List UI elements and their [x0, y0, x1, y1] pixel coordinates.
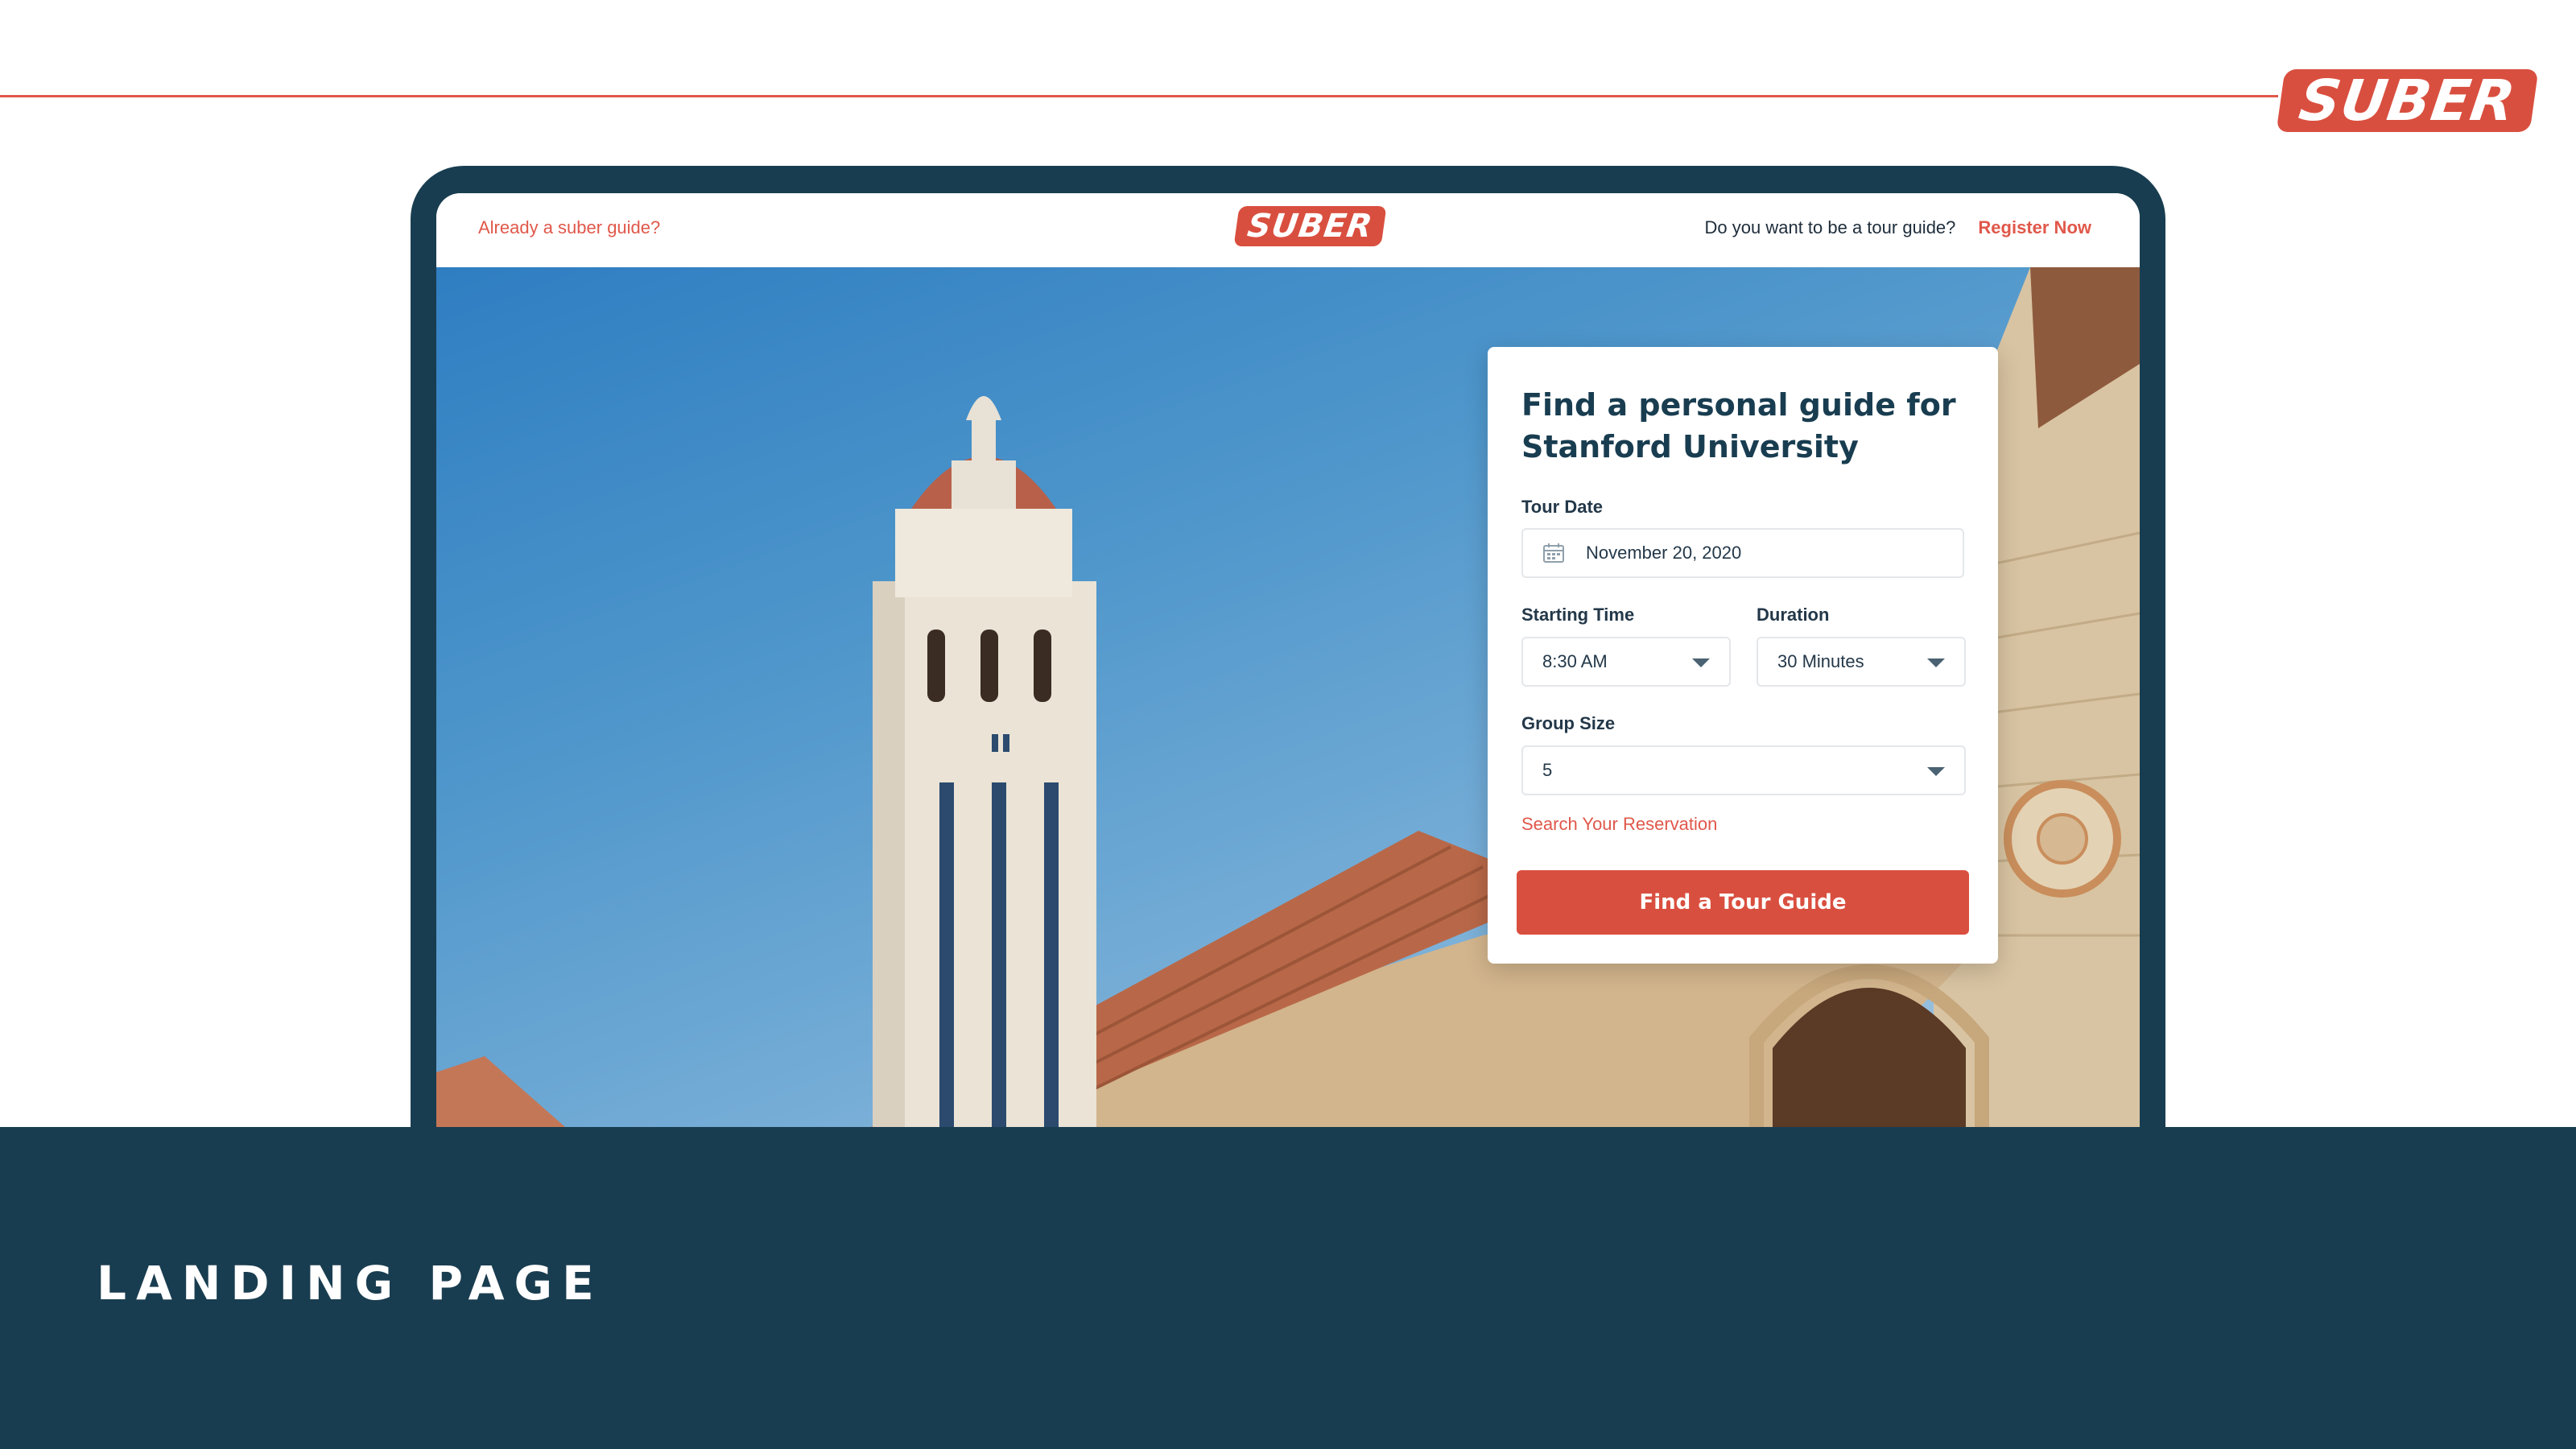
- booking-title: Find a personal guide for Stanford Unive…: [1521, 387, 1956, 464]
- become-guide-question: Do you want to be a tour guide?: [1704, 217, 1956, 237]
- duration-value: 30 Minutes: [1777, 651, 1864, 671]
- guide-login-link[interactable]: Already a suber guide?: [478, 217, 660, 238]
- group-size-label: Group Size: [1521, 713, 1616, 733]
- app-logo[interactable]: SUBER: [1233, 206, 1387, 246]
- duration-label: Duration: [1757, 605, 1830, 625]
- corner-logo: SUBER: [2276, 68, 2539, 134]
- register-now-link[interactable]: Register Now: [1978, 217, 2091, 238]
- tour-date-field[interactable]: November 20, 2020: [1521, 528, 1964, 578]
- group-size-select[interactable]: 5: [1521, 745, 1966, 795]
- chevron-down-icon: [1927, 767, 1945, 776]
- app-header: Already a suber guide? SUBER Do you want…: [436, 193, 2140, 267]
- section-title: LANDING PAGE: [97, 1256, 604, 1311]
- booking-card: Find a personal guide for Stanford Unive…: [1488, 347, 1998, 964]
- tour-date-value: November 20, 2020: [1586, 543, 1742, 563]
- header-divider: [0, 95, 2278, 97]
- starting-time-label: Starting Time: [1521, 605, 1635, 625]
- search-reservation-link[interactable]: Search Your Reservation: [1521, 814, 1717, 835]
- starting-time-value: 8:30 AM: [1542, 651, 1608, 671]
- group-size-value: 5: [1542, 760, 1553, 780]
- chevron-down-icon: [1927, 658, 1945, 667]
- section-footer-band: LANDING PAGE: [0, 1127, 2576, 1449]
- calendar-icon: [1543, 543, 1564, 563]
- find-tour-guide-button[interactable]: Find a Tour Guide: [1517, 870, 1969, 935]
- header-actions: Do you want to be a tour guide? Register…: [1705, 217, 2091, 238]
- tour-date-label: Tour Date: [1521, 497, 1604, 517]
- chevron-down-icon: [1692, 658, 1710, 667]
- starting-time-select[interactable]: 8:30 AM: [1521, 637, 1731, 687]
- duration-select[interactable]: 30 Minutes: [1757, 637, 1966, 687]
